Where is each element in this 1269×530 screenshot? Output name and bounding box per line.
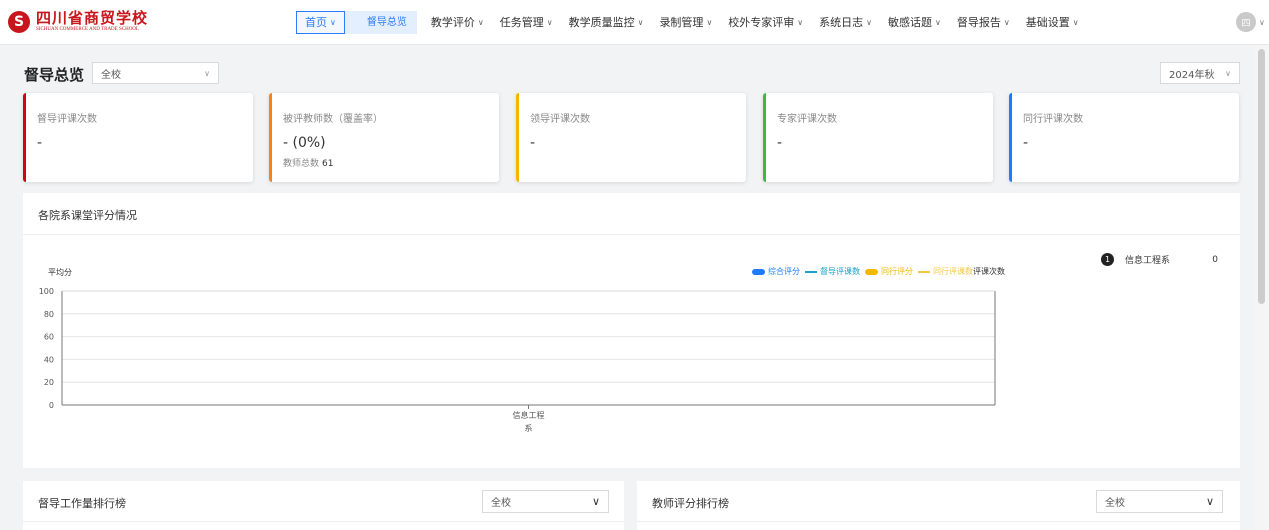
y-tick-label: 0 [49,401,54,410]
chart-legend: 综合评分 督导评课数 同行评分 同行评课数 评课次数 [752,266,1005,277]
teacher-score-panel: 教师评分排行榜 全校 ∨ [637,481,1240,530]
rank-value: 0 [1212,254,1218,265]
legend-swatch [865,268,878,275]
y-tick-label: 60 [44,333,54,342]
teacher-scope-select[interactable]: 全校 ∨ [1096,490,1223,513]
rank-row: 1 信息工程系 0 [1101,253,1221,266]
y-tick-label: 80 [44,310,54,319]
legend-item[interactable]: 督导评课数 [805,266,860,277]
chevron-down-icon: ∨ [591,495,600,508]
rank-dept-name: 信息工程系 [1125,256,1171,266]
panel-title: 教师评分排行榜 [652,497,729,510]
chevron-down-icon: ∨ [1205,495,1214,508]
scrollbar-thumb[interactable] [1258,49,1265,304]
select-value: 全校 [1105,498,1125,509]
supervisor-workload-panel: 督导工作量排行榜 全校 ∨ [23,481,624,530]
page-scrollbar[interactable] [1255,45,1269,530]
y-tick-label: 100 [39,287,54,296]
workload-scope-select[interactable]: 全校 ∨ [482,490,609,513]
select-value: 全校 [491,498,511,509]
panel-title: 督导工作量排行榜 [38,497,126,510]
rank-number: 1 [1101,253,1114,266]
divider [637,521,1240,522]
legend-item[interactable]: 综合评分 [752,266,800,277]
x-tick-label: 信息工程 [513,410,545,420]
legend-swatch [752,268,765,275]
legend-item[interactable]: 同行评分 [865,266,913,277]
y-axis-label: 平均分 [48,267,72,277]
divider [23,521,624,522]
legend-item[interactable]: 同行评课数 评课次数 [918,266,1005,277]
legend-swatch [805,270,817,273]
dept-score-chart: 平均分 0 20 40 60 80 100 信息工程系 [39,267,996,433]
y-tick-label: 20 [44,378,54,387]
y-tick-label: 40 [44,355,54,364]
legend-swatch [918,270,930,273]
x-tick-label: 系 [525,423,533,433]
